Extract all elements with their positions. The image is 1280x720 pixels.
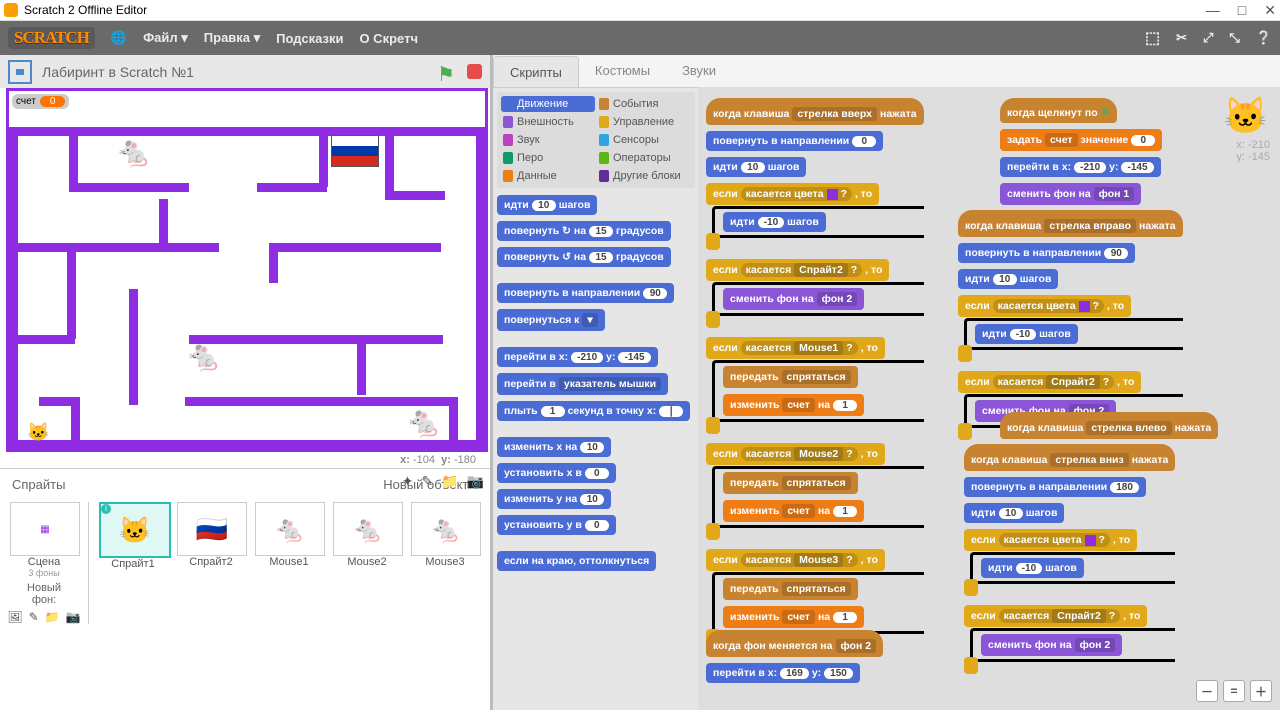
sprite-thumbnail[interactable]: i🐱Спрайт1: [99, 502, 167, 624]
bg-paint-icon[interactable]: ✎: [29, 610, 39, 624]
bg-upload-icon[interactable]: 📁: [45, 610, 60, 624]
menubar: SCRATCH 🌐 Файл ▾ Правка ▾ Подсказки О Ск…: [0, 21, 1280, 55]
grow-tool-icon[interactable]: ⤢: [1203, 30, 1213, 46]
sprite-thumbnail[interactable]: 🐁Mouse1: [255, 502, 323, 624]
bg-library-icon[interactable]: 🖼: [7, 610, 22, 624]
globe-icon[interactable]: 🌐: [111, 30, 127, 46]
block-goto-xy[interactable]: перейти в x:-210y:-145: [497, 347, 658, 367]
stage-header: Лабиринт в Scratch №1 ⚑: [0, 55, 490, 88]
menu-file[interactable]: Файл ▾: [143, 30, 188, 46]
upload-sprite-icon[interactable]: 📁: [441, 473, 458, 490]
tab-scripts[interactable]: Скрипты: [493, 56, 579, 87]
sprite-thumbnail[interactable]: 🐁Mouse2: [333, 502, 401, 624]
sprite-thumbnail[interactable]: 🐁Mouse3: [411, 502, 479, 624]
fullscreen-icon[interactable]: [8, 60, 32, 84]
zoom-controls: － = ＋: [1196, 680, 1272, 702]
category-Сенсоры[interactable]: Сенсоры: [597, 132, 691, 148]
sprite-xy-readout: x: -210y: -145: [1236, 139, 1270, 163]
block-set-y[interactable]: установить y в0: [497, 515, 616, 535]
stage-cat-sprite[interactable]: 🐱: [27, 422, 49, 443]
category-Внешность[interactable]: Внешность: [501, 114, 595, 130]
menu-about[interactable]: О Скретч: [359, 31, 418, 46]
tab-costumes[interactable]: Костюмы: [579, 55, 666, 87]
camera-sprite-icon[interactable]: 📷: [467, 473, 484, 490]
stop-icon[interactable]: [467, 64, 482, 79]
sprites-label: Спрайты: [12, 477, 65, 492]
stage-flag-sprite[interactable]: [331, 135, 379, 167]
block-goto[interactable]: перейти вуказатель мышки: [497, 373, 668, 395]
script-stack[interactable]: когда клавишастрелка влевонажата: [1000, 409, 1218, 442]
tab-sounds[interactable]: Звуки: [666, 55, 732, 87]
zoom-in-icon[interactable]: ＋: [1250, 680, 1272, 702]
stage-mouse[interactable]: 🐁: [115, 135, 152, 170]
paint-sprite-icon[interactable]: ✎: [421, 473, 433, 490]
current-sprite-icon: 🐱: [1223, 95, 1268, 137]
category-Управление[interactable]: Управление: [597, 114, 691, 130]
stage-mouse[interactable]: 🐁: [185, 339, 222, 374]
block-glide[interactable]: плыть1секунд в точку x:❘: [497, 401, 690, 421]
stamp-tool-icon[interactable]: ⬚: [1145, 28, 1160, 48]
scripts-area[interactable]: 🐱 x: -210y: -145 когда клавишастрелка вв…: [698, 87, 1280, 710]
category-Данные[interactable]: Данные: [501, 168, 595, 184]
help-icon[interactable]: ❔: [1256, 30, 1272, 46]
script-stack[interactable]: когда щелкнут по ⚑ задатьсчетзначение0 п…: [1000, 95, 1162, 208]
zoom-reset-icon[interactable]: =: [1223, 680, 1245, 702]
script-stack[interactable]: когда клавишастрелка вверхнажата поверну…: [706, 95, 924, 652]
shrink-tool-icon[interactable]: ⤡: [1229, 30, 1239, 46]
category-Другие блоки[interactable]: Другие блоки: [597, 168, 691, 184]
stage-thumbnail[interactable]: ▦ Сцена 3 фоны Новый фон: 🖼✎📁📷: [10, 502, 78, 624]
stage-mouse[interactable]: 🐁: [405, 405, 442, 440]
stage[interactable]: счет0 🐁 🐁 🐁 🐱: [6, 88, 488, 452]
menu-tips[interactable]: Подсказки: [276, 31, 343, 46]
block-move[interactable]: идти10шагов: [497, 195, 597, 215]
block-point-to[interactable]: повернуться к▾: [497, 309, 605, 331]
category-Перо[interactable]: Перо: [501, 150, 595, 166]
block-edge-bounce[interactable]: если на краю, оттолкнуться: [497, 551, 656, 571]
block-point-dir[interactable]: повернуть в направлении90: [497, 283, 674, 303]
score-monitor[interactable]: счет0: [12, 94, 69, 109]
window-titlebar: Scratch 2 Offline Editor — □ ✕: [0, 0, 1280, 21]
block-turn-cw[interactable]: повернуть ↻ на15градусов: [497, 221, 671, 241]
zoom-out-icon[interactable]: －: [1196, 680, 1218, 702]
script-stack[interactable]: когда фон меняется нафон 2 перейти в x:1…: [706, 627, 883, 686]
maximize-button[interactable]: □: [1238, 2, 1246, 19]
category-Операторы[interactable]: Операторы: [597, 150, 691, 166]
block-set-x[interactable]: установить х в0: [497, 463, 616, 483]
stage-coords: x: -104 y: -180: [0, 452, 490, 468]
green-flag-icon[interactable]: ⚑: [437, 62, 457, 82]
cut-tool-icon[interactable]: ✂: [1176, 30, 1187, 46]
sprite-panel: СпрайтыНовый объект: ✦ ✎ 📁 📷 ▦ Сцена 3 ф…: [0, 468, 490, 672]
app-icon: [4, 3, 18, 17]
bg-camera-icon[interactable]: 📷: [66, 610, 81, 624]
window-title: Scratch 2 Offline Editor: [24, 3, 147, 17]
menu-edit[interactable]: Правка ▾: [204, 30, 260, 46]
category-Движение[interactable]: Движение: [501, 96, 595, 112]
scratch-logo[interactable]: SCRATCH: [8, 27, 95, 49]
block-change-y[interactable]: изменить y на10: [497, 489, 611, 509]
project-title[interactable]: Лабиринт в Scratch №1: [42, 64, 194, 80]
block-turn-ccw[interactable]: повернуть ↺ на15градусов: [497, 247, 671, 267]
category-Звук[interactable]: Звук: [501, 132, 595, 148]
block-palette: ДвижениеСобытияВнешностьУправлениеЗвукСе…: [493, 88, 699, 582]
category-События[interactable]: События: [597, 96, 691, 112]
block-change-x[interactable]: изменить x на10: [497, 437, 611, 457]
script-stack[interactable]: когда клавишастрелка внизнажата повернут…: [964, 441, 1175, 680]
close-button[interactable]: ✕: [1264, 2, 1276, 19]
editor-tabs: Скрипты Костюмы Звуки: [493, 55, 1280, 88]
minimize-button[interactable]: —: [1206, 2, 1220, 19]
sprite-library-icon[interactable]: ✦: [402, 473, 414, 490]
sprite-thumbnail[interactable]: 🇷🇺Спрайт2: [177, 502, 245, 624]
